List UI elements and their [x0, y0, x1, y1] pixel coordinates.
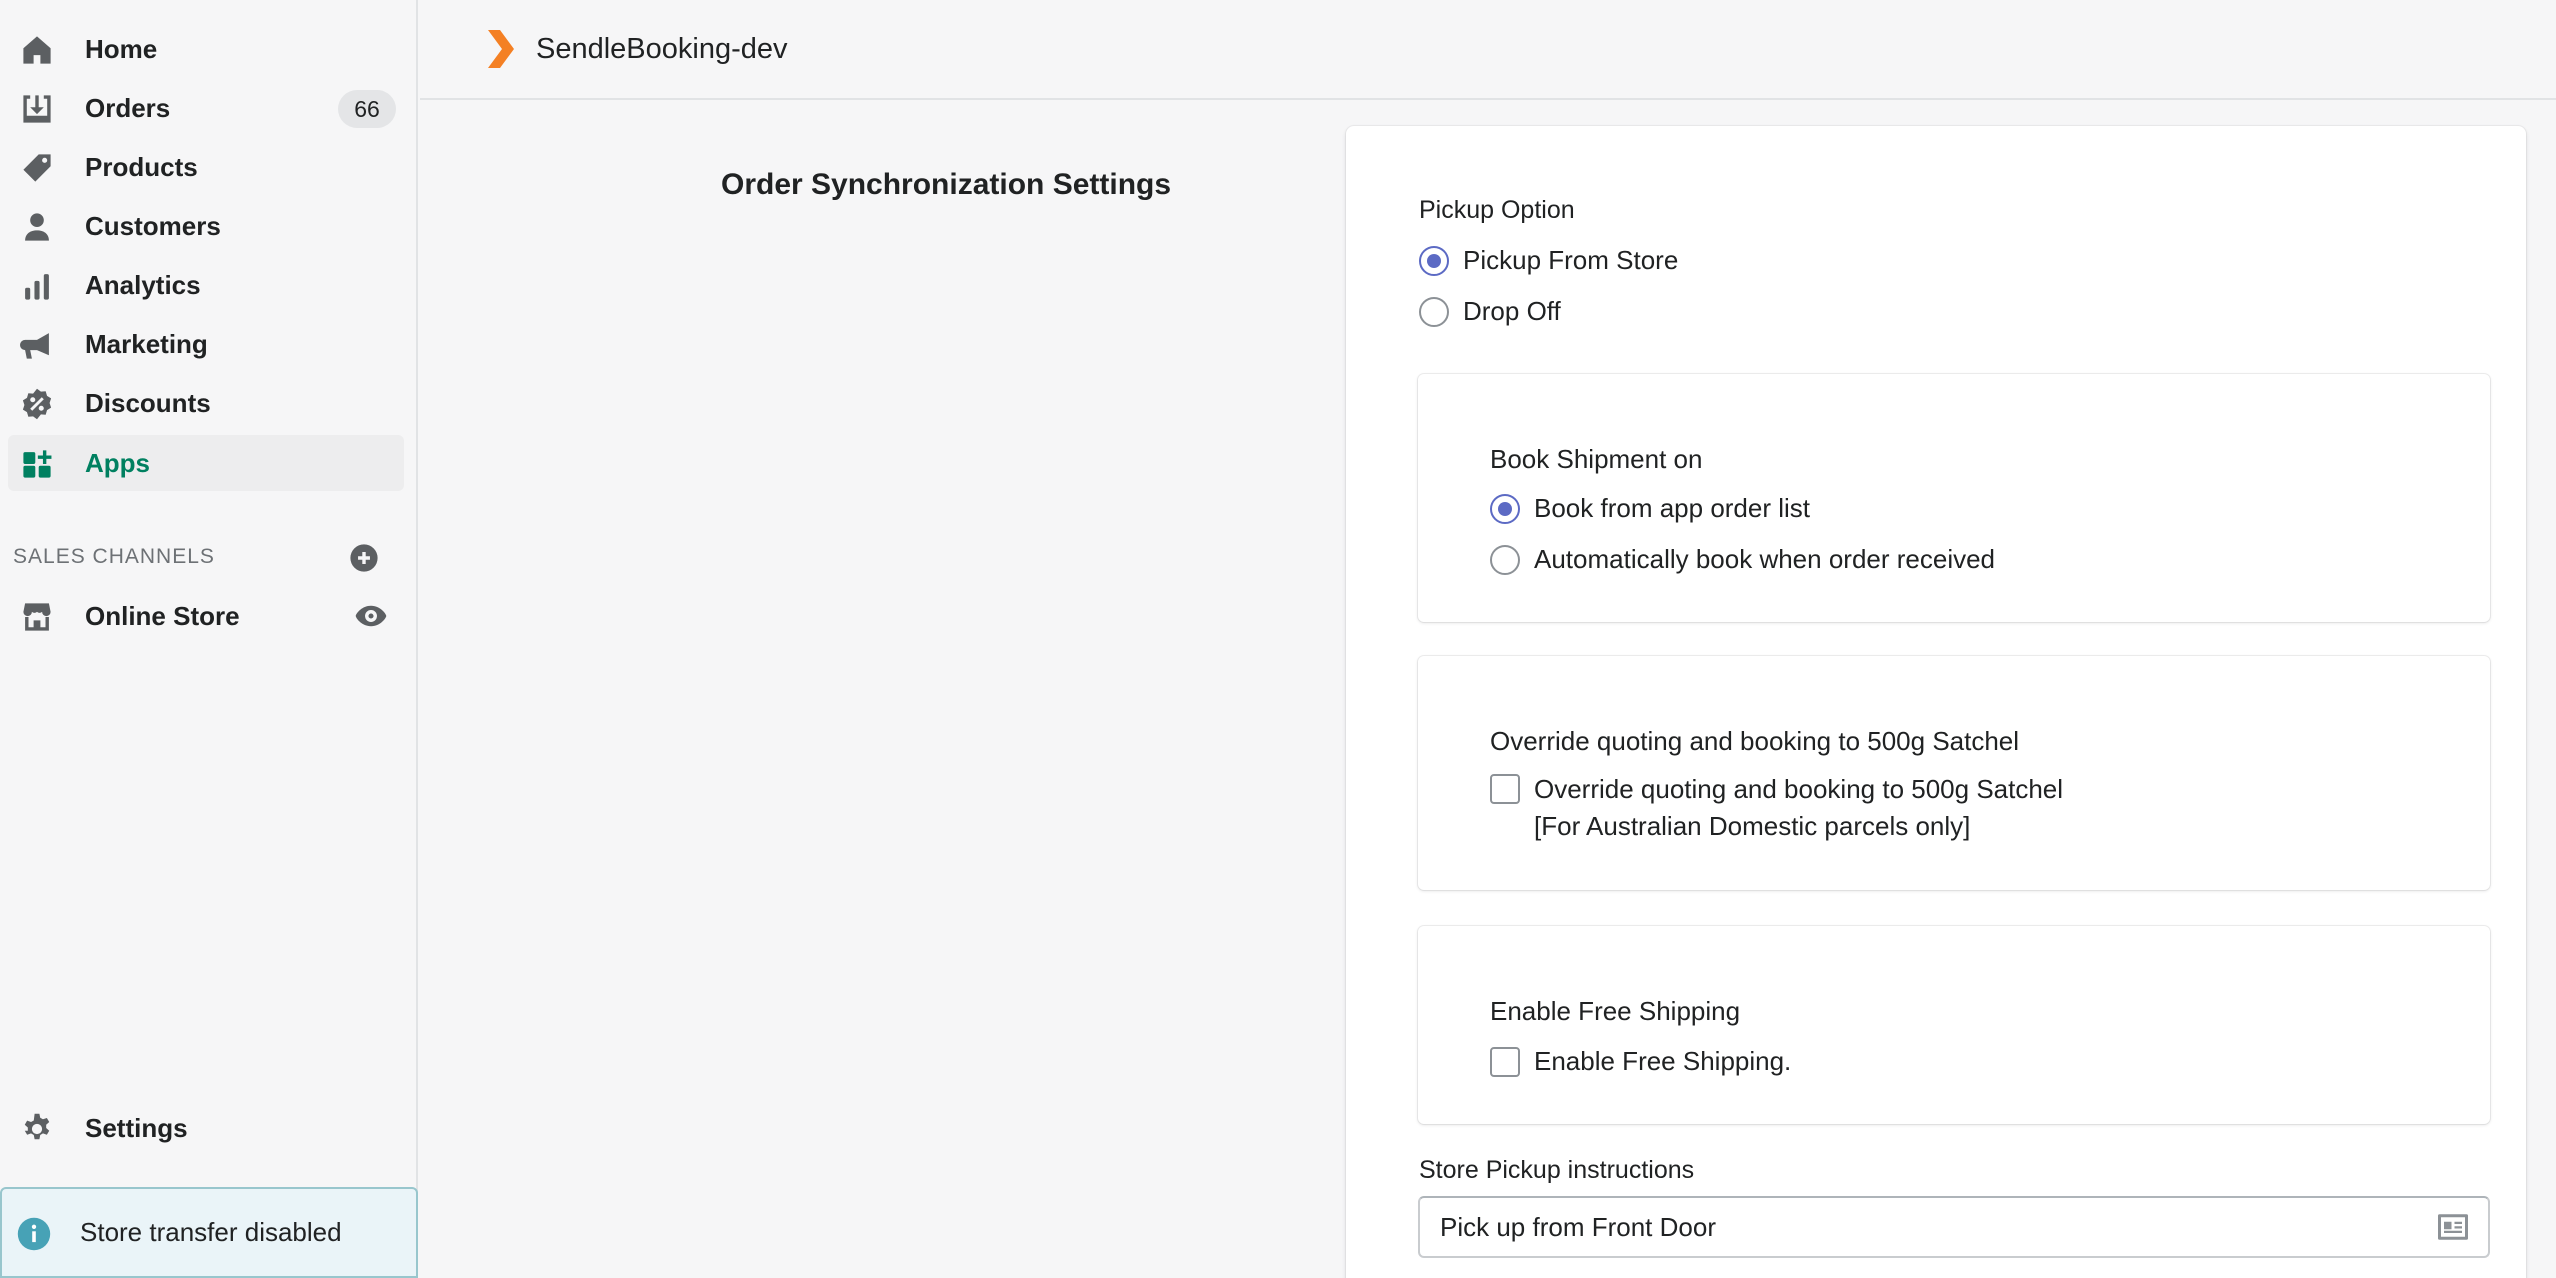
orders-icon	[20, 94, 54, 124]
radio-button[interactable]	[1490, 493, 1520, 524]
add-sales-channel-icon[interactable]	[347, 541, 381, 575]
apps-icon	[20, 449, 54, 479]
megaphone-icon	[20, 330, 54, 360]
free-shipping-checkbox-row[interactable]: Enable Free Shipping.	[1490, 1046, 1791, 1077]
checkbox-label: Override quoting and booking to 500g Sat…	[1534, 771, 2063, 845]
override-checkbox[interactable]	[1490, 774, 1520, 804]
contact-card-icon[interactable]	[2438, 1214, 2468, 1240]
orders-count-badge: 66	[338, 90, 396, 128]
info-icon	[16, 1216, 52, 1252]
sendle-logo-icon	[488, 30, 514, 68]
sidebar: Home Orders 66 Products Customers Analyt…	[0, 0, 418, 1278]
store-pickup-input[interactable]	[1440, 1206, 2400, 1248]
radio-label: Automatically book when order received	[1534, 544, 1996, 574]
radio-label: Book from app order list	[1534, 493, 1811, 523]
bar-chart-icon	[20, 271, 54, 301]
settings-card: Pickup Option Pickup From Store Drop Off…	[1346, 126, 2526, 1278]
radio-book-from-app[interactable]: Book from app order list	[1490, 493, 1810, 524]
person-icon	[20, 212, 54, 242]
store-transfer-banner: Store transfer disabled	[0, 1187, 418, 1278]
radio-button[interactable]	[1419, 245, 1449, 276]
book-shipment-label: Book Shipment on	[1490, 444, 1703, 474]
app-title: SendleBooking-dev	[536, 33, 788, 65]
sidebar-item-label: Online Store	[85, 600, 240, 631]
free-shipping-label: Enable Free Shipping	[1490, 996, 1741, 1026]
sidebar-item-label: Orders	[85, 92, 171, 123]
override-satchel-card: Override quoting and booking to 500g Sat…	[1418, 656, 2490, 890]
override-checkbox-row[interactable]: Override quoting and booking to 500g Sat…	[1490, 774, 2063, 845]
override-label: Override quoting and booking to 500g Sat…	[1490, 726, 2020, 756]
radio-label: Drop Off	[1463, 296, 1561, 326]
store-transfer-text: Store transfer disabled	[80, 1217, 342, 1247]
store-pickup-label: Store Pickup instructions	[1419, 1156, 1695, 1184]
override-checkbox-sublabel: [For Australian Domestic parcels only]	[1534, 811, 1971, 841]
sidebar-item-customers[interactable]: Customers	[8, 198, 404, 254]
pickup-option-label: Pickup Option	[1419, 196, 1575, 224]
discount-icon	[20, 388, 54, 420]
checkbox-label: Enable Free Shipping.	[1534, 1046, 1792, 1076]
app-header: SendleBooking-dev	[420, 0, 2556, 100]
sidebar-item-online-store[interactable]: Online Store	[8, 588, 404, 644]
sidebar-item-marketing[interactable]: Marketing	[8, 316, 404, 372]
sidebar-item-analytics[interactable]: Analytics	[8, 257, 404, 313]
store-icon	[20, 602, 54, 632]
store-pickup-input-wrapper	[1418, 1196, 2490, 1258]
sidebar-item-label: Marketing	[85, 328, 208, 359]
sidebar-item-settings[interactable]: Settings	[8, 1100, 404, 1156]
radio-drop-off[interactable]: Drop Off	[1419, 296, 1561, 327]
tag-icon	[20, 153, 54, 183]
sales-channels-heading: SALES CHANNELS	[13, 545, 215, 568]
sidebar-item-label: Products	[85, 151, 198, 182]
gear-icon	[20, 1113, 54, 1144]
sidebar-item-label: Apps	[85, 447, 150, 478]
radio-pickup-from-store[interactable]: Pickup From Store	[1419, 245, 1678, 276]
sidebar-item-label: Analytics	[85, 269, 201, 300]
sidebar-item-label: Customers	[85, 210, 221, 241]
section-heading: Order Synchronization Settings	[721, 168, 1172, 201]
free-shipping-card: Enable Free Shipping Enable Free Shippin…	[1418, 926, 2490, 1124]
sidebar-item-label: Settings	[85, 1112, 188, 1143]
free-shipping-checkbox[interactable]	[1490, 1046, 1520, 1077]
sidebar-item-orders[interactable]: Orders 66	[8, 80, 404, 136]
radio-auto-book[interactable]: Automatically book when order received	[1490, 544, 1995, 575]
sidebar-item-discounts[interactable]: Discounts	[8, 375, 404, 431]
radio-button[interactable]	[1419, 296, 1449, 327]
sidebar-item-apps[interactable]: Apps	[8, 435, 404, 491]
sidebar-item-home[interactable]: Home	[8, 21, 404, 77]
book-shipment-card: Book Shipment on Book from app order lis…	[1418, 374, 2490, 622]
eye-icon[interactable]	[354, 599, 388, 633]
sidebar-item-label: Discounts	[85, 387, 211, 418]
sidebar-item-products[interactable]: Products	[8, 139, 404, 195]
home-icon	[20, 35, 54, 65]
radio-button[interactable]	[1490, 544, 1520, 575]
sidebar-item-label: Home	[85, 33, 158, 64]
radio-label: Pickup From Store	[1463, 245, 1679, 275]
override-checkbox-label: Override quoting and booking to 500g Sat…	[1534, 774, 2064, 804]
